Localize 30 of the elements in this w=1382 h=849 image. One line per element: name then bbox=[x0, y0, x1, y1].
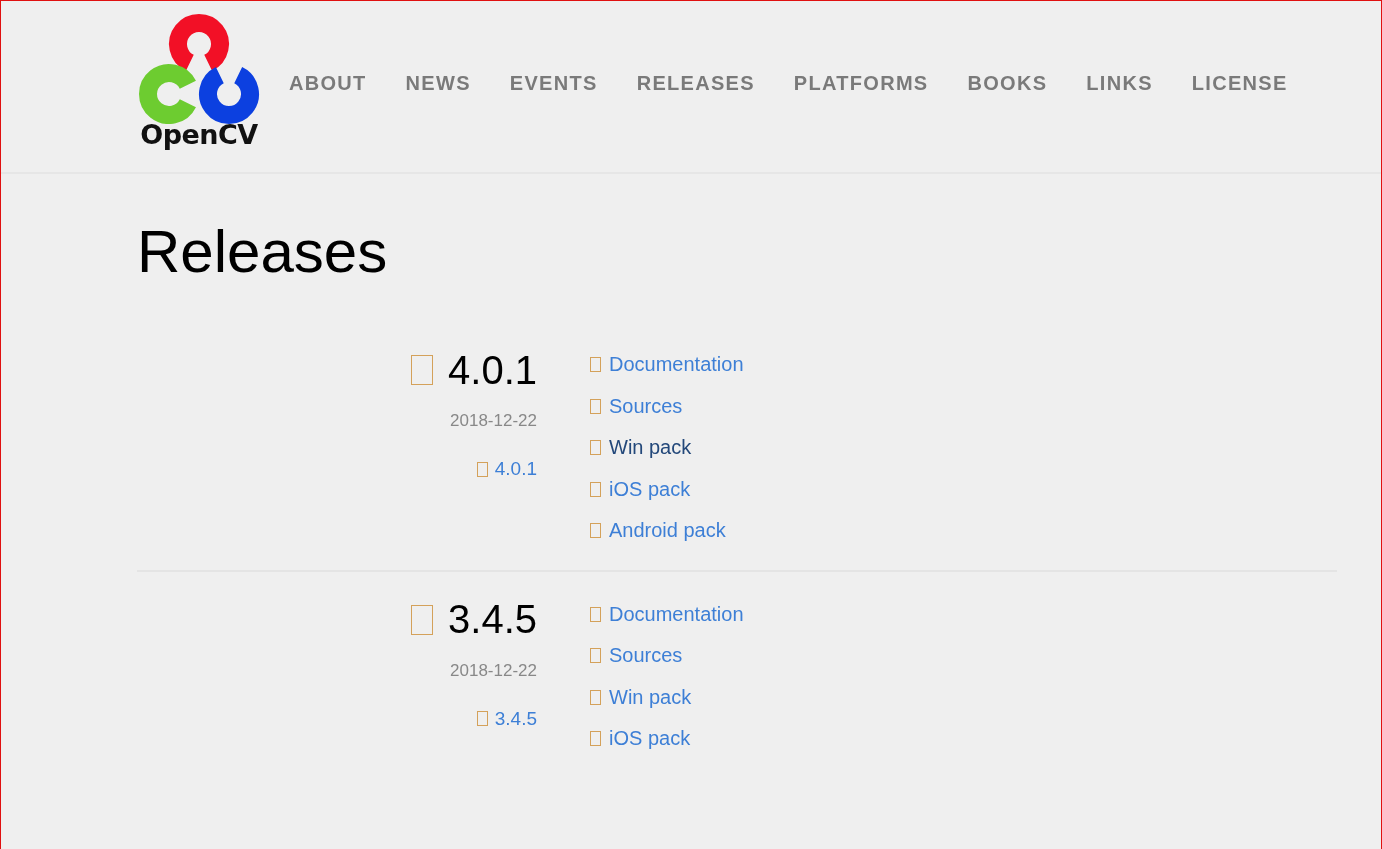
release-date: 2018-12-22 bbox=[450, 410, 537, 432]
nav-link[interactable]: LINKS bbox=[1086, 72, 1153, 95]
version-link[interactable]: 3.4.5 bbox=[476, 707, 537, 730]
nav-link[interactable]: RELEASES bbox=[636, 72, 755, 95]
rings-logo-icon bbox=[137, 12, 261, 124]
missing-glyph-icon bbox=[590, 731, 601, 747]
nav-link[interactable]: BOOKS bbox=[967, 72, 1048, 95]
page-title: Releases bbox=[137, 217, 389, 287]
missing-glyph-icon bbox=[590, 648, 601, 664]
missing-glyph-icon bbox=[590, 481, 601, 497]
missing-glyph-icon bbox=[590, 440, 601, 456]
version-heading: 3.4.5 bbox=[448, 597, 537, 642]
missing-glyph-icon bbox=[411, 604, 434, 635]
nav-link[interactable]: ABOUT bbox=[289, 72, 367, 95]
nav-link[interactable]: LICENSE bbox=[1191, 72, 1288, 95]
version-link[interactable]: 4.0.1 bbox=[476, 458, 537, 480]
logo-text: OpenCV bbox=[140, 120, 258, 150]
missing-glyph-icon bbox=[590, 523, 601, 539]
missing-glyph-icon bbox=[476, 711, 488, 726]
release-date: 2018-12-22 bbox=[450, 659, 537, 682]
missing-glyph-icon bbox=[590, 357, 601, 373]
nav-link[interactable]: PLATFORMS bbox=[793, 72, 929, 95]
nav-link[interactable]: EVENTS bbox=[509, 72, 598, 95]
missing-glyph-icon bbox=[590, 689, 601, 705]
missing-glyph-icon bbox=[476, 461, 488, 477]
missing-glyph-icon bbox=[411, 355, 434, 385]
missing-glyph-icon bbox=[590, 606, 601, 622]
version-heading: 4.0.1 bbox=[448, 347, 537, 393]
nav-link[interactable]: NEWS bbox=[405, 72, 471, 95]
missing-glyph-icon bbox=[590, 398, 601, 414]
